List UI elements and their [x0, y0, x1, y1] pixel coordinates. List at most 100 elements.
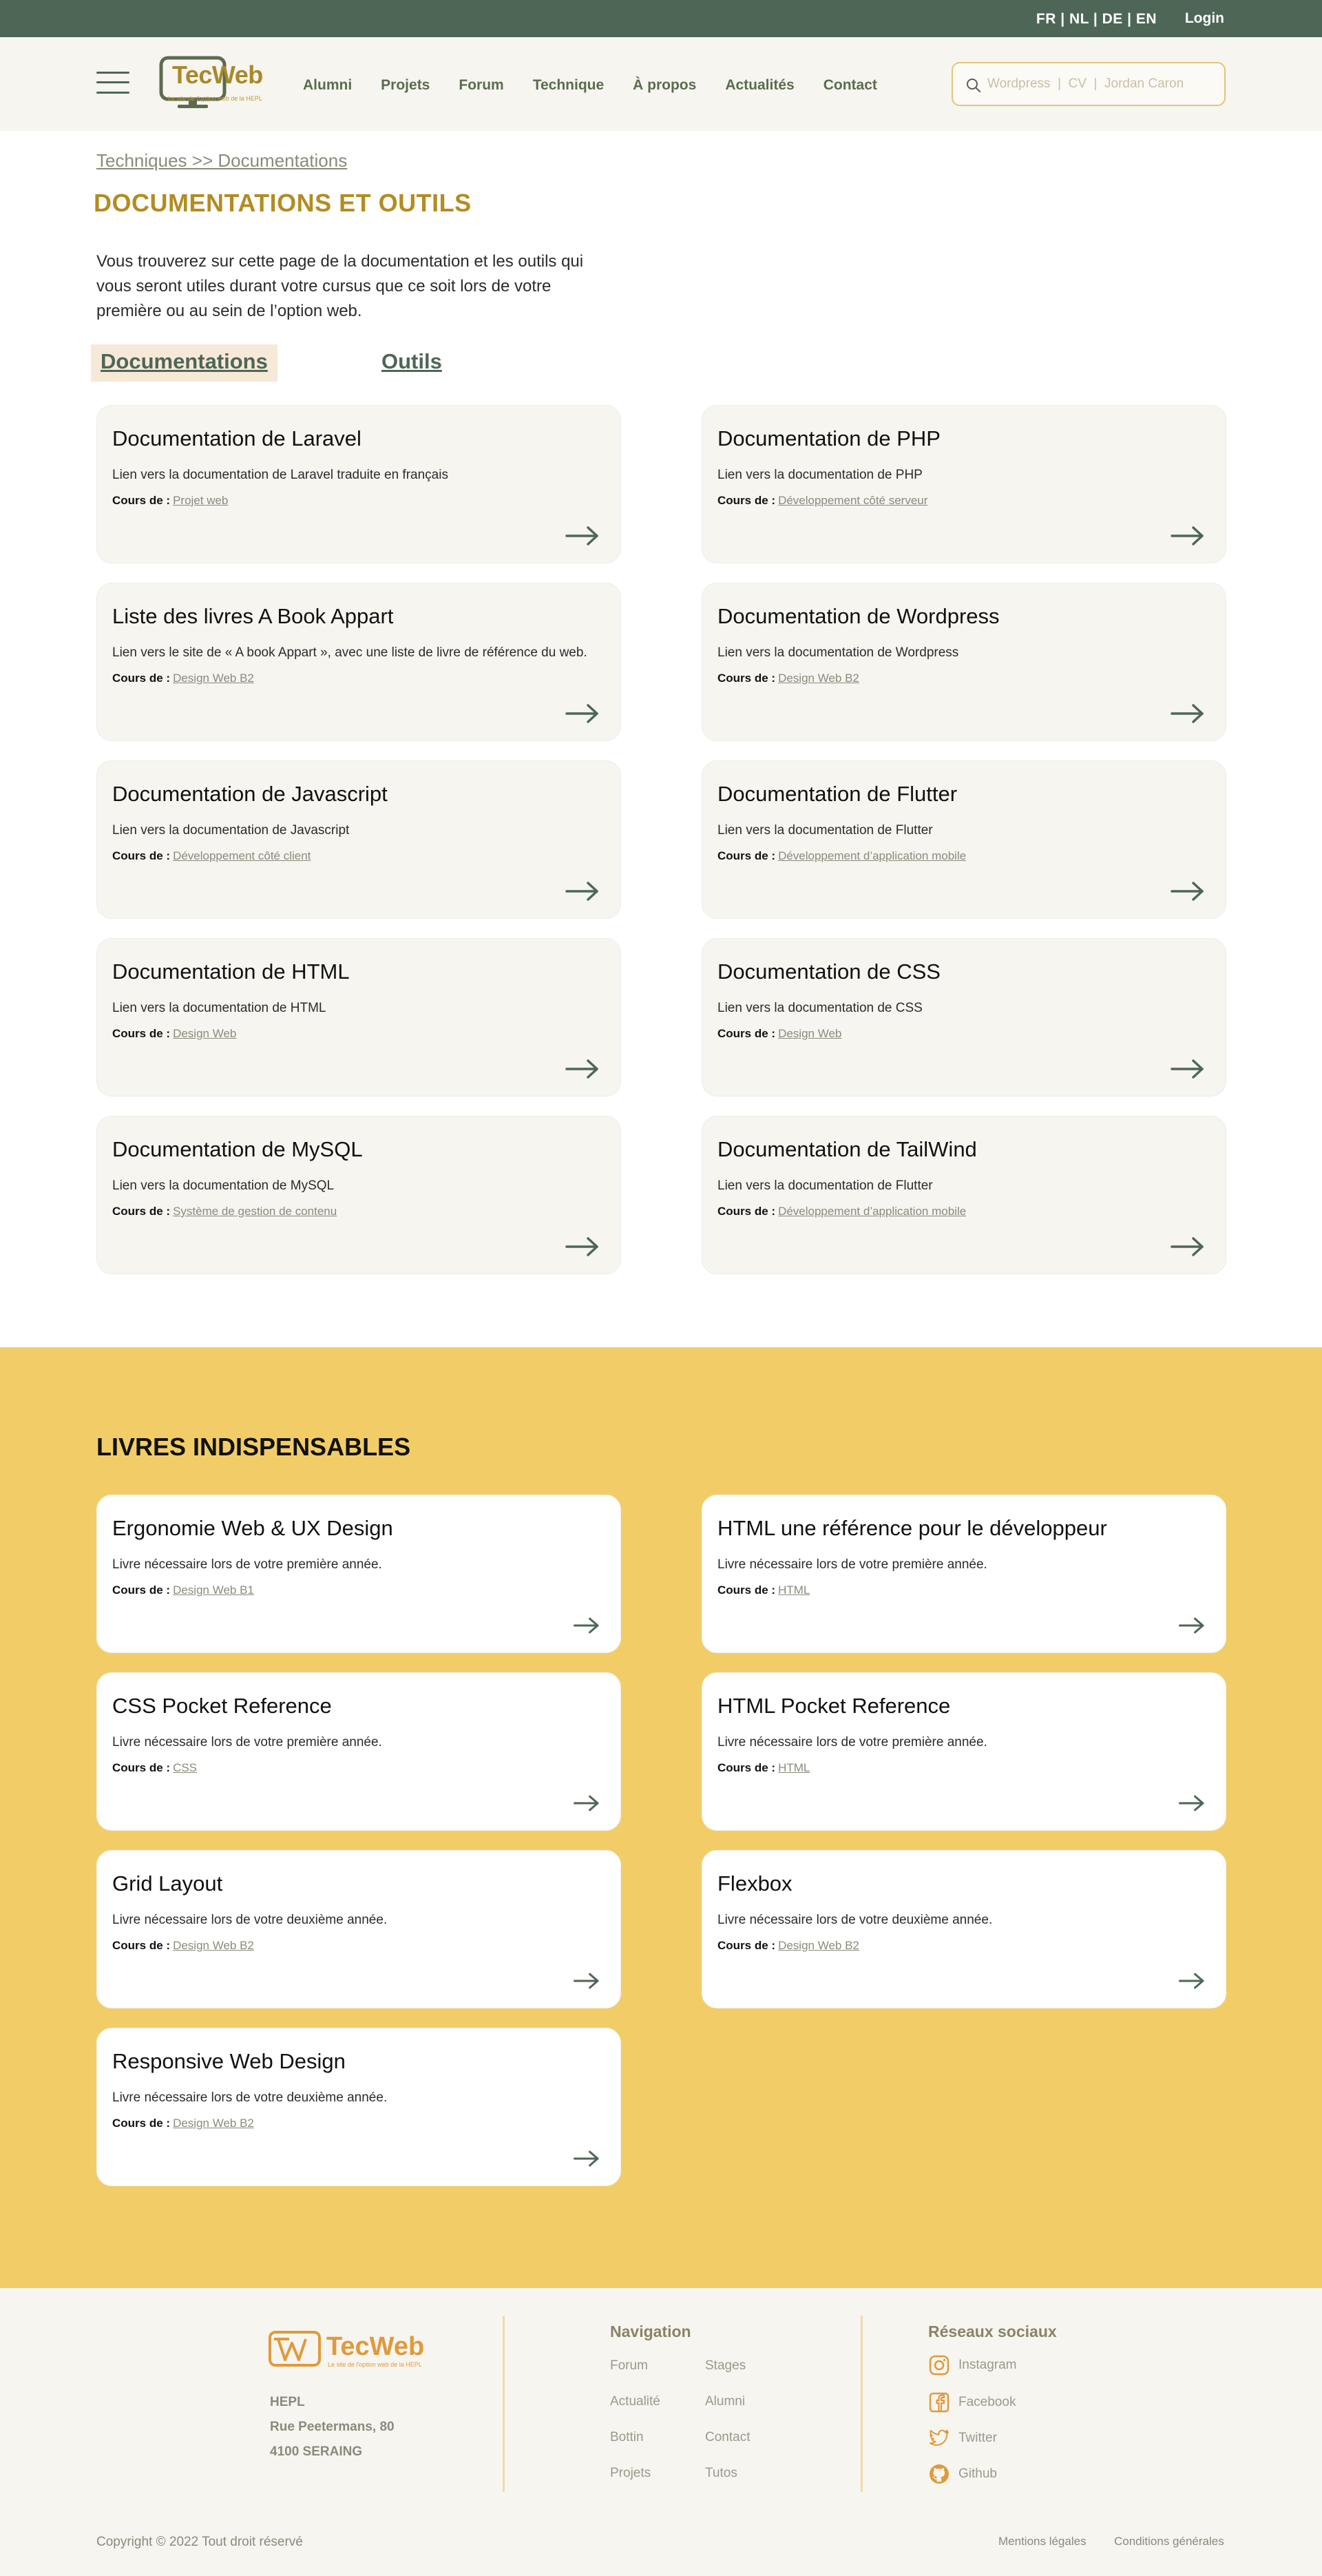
doc-card[interactable]: Documentation de HTML Lien vers la docum…	[96, 938, 621, 1097]
footer-link-projets[interactable]: Projets	[610, 2466, 651, 2481]
book-card[interactable]: Grid Layout Livre nécessaire lors de vot…	[96, 1850, 621, 2008]
course-link[interactable]: Design Web B2	[173, 1939, 254, 1952]
nav-alumni[interactable]: Alumni	[303, 77, 352, 94]
nav-actualites[interactable]: Actualités	[725, 77, 794, 94]
legal-conditions-link[interactable]: Conditions générales	[1114, 2535, 1224, 2548]
doc-card[interactable]: Documentation de TailWind Lien vers la d…	[702, 1116, 1226, 1274]
menu-hamburger-icon[interactable]	[96, 69, 129, 96]
arrow-right-icon[interactable]	[574, 1615, 600, 1636]
card-title: Responsive Web Design	[112, 2049, 346, 2073]
login-link[interactable]: Login	[1185, 10, 1224, 27]
card-description: Lien vers la documentation de HTML	[112, 1001, 326, 1015]
book-card[interactable]: Flexbox Livre nécessaire lors de votre d…	[702, 1850, 1226, 2008]
doc-card[interactable]: Documentation de CSS Lien vers la docume…	[702, 938, 1226, 1097]
arrow-right-icon[interactable]	[565, 1236, 600, 1257]
tw-logo-icon	[269, 2331, 321, 2367]
course-link[interactable]: Système de gestion de contenu	[173, 1205, 337, 1218]
search-input[interactable]	[987, 73, 1208, 95]
doc-card[interactable]: Liste des livres A Book Appart Lien vers…	[96, 583, 621, 741]
social-label: Github	[958, 2466, 997, 2481]
doc-card[interactable]: Documentation de Laravel Lien vers la do…	[96, 405, 621, 563]
footer-link-contact[interactable]: Contact	[705, 2430, 750, 2445]
doc-card[interactable]: Documentation de Wordpress Lien vers la …	[702, 583, 1226, 741]
footer-link-forum[interactable]: Forum	[610, 2358, 648, 2374]
footer-link-actualite[interactable]: Actualité	[610, 2394, 660, 2409]
social-label: Facebook	[958, 2395, 1016, 2409]
arrow-right-icon[interactable]	[1179, 1615, 1205, 1636]
card-course: Cours de : Design Web B2	[112, 2117, 254, 2130]
course-link[interactable]: CSS	[173, 1761, 197, 1774]
language-switcher[interactable]: FR | NL | DE | EN	[1036, 11, 1157, 28]
arrow-right-icon[interactable]	[565, 1059, 600, 1079]
doc-card[interactable]: Documentation de PHP Lien vers la docume…	[702, 405, 1226, 563]
card-description: Livre nécessaire lors de votre première …	[112, 1735, 382, 1749]
footer-link-alumni[interactable]: Alumni	[705, 2394, 745, 2409]
book-card[interactable]: CSS Pocket Reference Livre nécessaire lo…	[96, 1672, 621, 1831]
arrow-right-icon[interactable]	[565, 526, 600, 546]
footer-logo[interactable]: TecWeb Le site de l'option web de la HEP…	[269, 2329, 434, 2371]
course-link[interactable]: Design Web B2	[173, 672, 254, 685]
course-link[interactable]: Projet web	[173, 494, 228, 507]
course-link[interactable]: Design Web B2	[778, 672, 859, 685]
course-link[interactable]: Design Web B2	[173, 2117, 254, 2130]
course-link[interactable]: Développement côté client	[173, 849, 311, 862]
course-link[interactable]: Développement d’application mobile	[778, 1205, 966, 1218]
social-instagram[interactable]: Instagram	[928, 2354, 1016, 2376]
course-link[interactable]: Design Web	[778, 1027, 841, 1040]
card-description: Lien vers la documentation de Flutter	[717, 1178, 933, 1193]
card-description: Livre nécessaire lors de votre deuxième …	[112, 2090, 388, 2105]
arrow-right-icon[interactable]	[565, 881, 600, 902]
footer-address: HEPL Rue Peetermans, 80 4100 SERAING	[270, 2390, 395, 2464]
course-link[interactable]: HTML	[778, 1583, 810, 1597]
footer-link-bottin[interactable]: Bottin	[610, 2430, 644, 2445]
card-description: Livre nécessaire lors de votre deuxième …	[717, 1913, 993, 1927]
doc-card[interactable]: Documentation de MySQL Lien vers la docu…	[96, 1116, 621, 1274]
book-card[interactable]: Responsive Web Design Livre nécessaire l…	[96, 2028, 621, 2186]
nav-projets[interactable]: Projets	[381, 77, 430, 94]
book-card[interactable]: Ergonomie Web & UX Design Livre nécessai…	[96, 1495, 621, 1653]
footer-link-stages[interactable]: Stages	[705, 2358, 746, 2374]
card-description: Livre nécessaire lors de votre deuxième …	[112, 1913, 388, 1927]
footer-nav-title: Navigation	[610, 2323, 691, 2340]
social-facebook[interactable]: Facebook	[928, 2391, 1016, 2413]
site-logo[interactable]: TecWeb Le site de l'option web de la HEP…	[158, 56, 275, 112]
legal-mentions-link[interactable]: Mentions légales	[998, 2535, 1087, 2548]
social-github[interactable]: Github	[928, 2463, 997, 2485]
course-link[interactable]: Développement côté serveur	[778, 494, 927, 507]
arrow-right-icon[interactable]	[1171, 881, 1205, 902]
arrow-right-icon[interactable]	[565, 703, 600, 724]
arrow-right-icon[interactable]	[1171, 1059, 1205, 1079]
nav-forum[interactable]: Forum	[459, 77, 503, 94]
card-course: Cours de : Développement d’application mo…	[717, 1205, 966, 1218]
course-label: Cours de :	[112, 1583, 171, 1597]
arrow-right-icon[interactable]	[574, 2148, 600, 2169]
breadcrumb[interactable]: Techniques >> Documentations	[96, 150, 347, 172]
footer-link-tutos[interactable]: Tutos	[705, 2466, 737, 2481]
social-twitter[interactable]: Twitter	[928, 2427, 997, 2449]
doc-card[interactable]: Documentation de Javascript Lien vers la…	[96, 760, 621, 919]
arrow-right-icon[interactable]	[1179, 1793, 1205, 1814]
tab-documentations[interactable]: Documentations	[91, 344, 277, 382]
arrow-right-icon[interactable]	[1171, 526, 1205, 546]
course-link[interactable]: Développement d’application mobile	[778, 849, 966, 862]
course-link[interactable]: HTML	[778, 1761, 810, 1774]
nav-contact[interactable]: Contact	[823, 77, 877, 94]
course-link[interactable]: Design Web B2	[778, 1939, 859, 1952]
arrow-right-icon[interactable]	[1171, 703, 1205, 724]
nav-technique[interactable]: Technique	[533, 77, 604, 94]
arrow-right-icon[interactable]	[1179, 1971, 1205, 1991]
footer-divider	[861, 2316, 863, 2492]
tab-outils[interactable]: Outils	[381, 344, 442, 379]
card-title: Documentation de Javascript	[112, 782, 388, 806]
book-card[interactable]: HTML une référence pour le développeur L…	[702, 1495, 1226, 1653]
course-link[interactable]: Design Web B1	[173, 1583, 254, 1597]
arrow-right-icon[interactable]	[574, 1793, 600, 1814]
book-card[interactable]: HTML Pocket Reference Livre nécessaire l…	[702, 1672, 1226, 1831]
card-description: Lien vers la documentation de CSS	[717, 1001, 923, 1015]
arrow-right-icon[interactable]	[574, 1971, 600, 1991]
course-link[interactable]: Design Web	[173, 1027, 236, 1040]
nav-a-propos[interactable]: À propos	[633, 77, 696, 94]
doc-card[interactable]: Documentation de Flutter Lien vers la do…	[702, 760, 1226, 919]
arrow-right-icon[interactable]	[1171, 1236, 1205, 1257]
card-description: Lien vers la documentation de MySQL	[112, 1178, 335, 1193]
